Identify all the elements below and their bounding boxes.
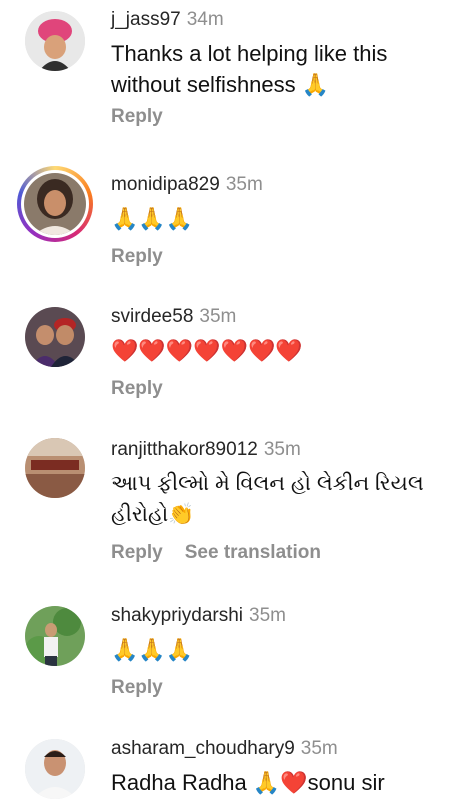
comment-text: Radha Radha 🙏❤️sonu sir (111, 770, 385, 795)
timestamp: 35m (263, 439, 301, 460)
timestamp: 35m (300, 738, 338, 759)
timestamp: 34m (186, 9, 224, 30)
avatar[interactable] (25, 11, 85, 71)
comment-body: monidipa829 35m 🙏🙏🙏 Reply (111, 173, 436, 268)
avatar[interactable] (25, 438, 85, 498)
comment-body: asharam_choudhary9 35m Radha Radha 🙏❤️son… (111, 737, 436, 798)
reply-button[interactable]: Reply (111, 542, 163, 564)
comment-text: ❤️❤️❤️❤️❤️❤️❤️ (111, 338, 303, 363)
username[interactable]: asharam_choudhary9 (111, 738, 295, 759)
reply-button[interactable]: Reply (111, 246, 163, 268)
comment-text: 🙏🙏🙏 (111, 637, 194, 662)
reply-button[interactable]: Reply (111, 677, 163, 699)
reply-button[interactable]: Reply (111, 106, 163, 128)
timestamp: 35m (199, 306, 237, 327)
comment-text: Thanks a lot helping like this without s… (111, 41, 388, 97)
reply-button[interactable]: Reply (111, 378, 163, 400)
comment-body: ranjitthakor89012 35m આપ ફીલ્મો મે વિલન હ… (111, 438, 436, 564)
comment-text: આપ ફીલ્મો મે વિલન હો લેકીન રિયલ હીરોહો👏 (111, 472, 424, 526)
timestamp: 35m (249, 605, 286, 626)
avatar[interactable] (17, 166, 93, 242)
avatar[interactable] (25, 307, 85, 367)
avatar[interactable] (25, 606, 85, 666)
username[interactable]: svirdee58 (111, 306, 193, 327)
username[interactable]: shakypriydarshi (111, 605, 243, 626)
comment-text: 🙏🙏🙏 (111, 206, 194, 231)
username[interactable]: j_jass97 (111, 9, 181, 30)
username[interactable]: monidipa829 (111, 174, 220, 195)
comment-body: shakypriydarshi 35m 🙏🙏🙏 Reply (111, 604, 436, 699)
comment-body: j_jass97 34m Thanks a lot helping like th… (111, 8, 436, 128)
timestamp: 35m (225, 174, 263, 195)
comment-body: svirdee58 35m ❤️❤️❤️❤️❤️❤️❤️ Reply (111, 305, 436, 400)
see-translation-button[interactable]: See translation (185, 542, 321, 564)
avatar[interactable] (25, 739, 85, 799)
username[interactable]: ranjitthakor89012 (111, 439, 258, 460)
